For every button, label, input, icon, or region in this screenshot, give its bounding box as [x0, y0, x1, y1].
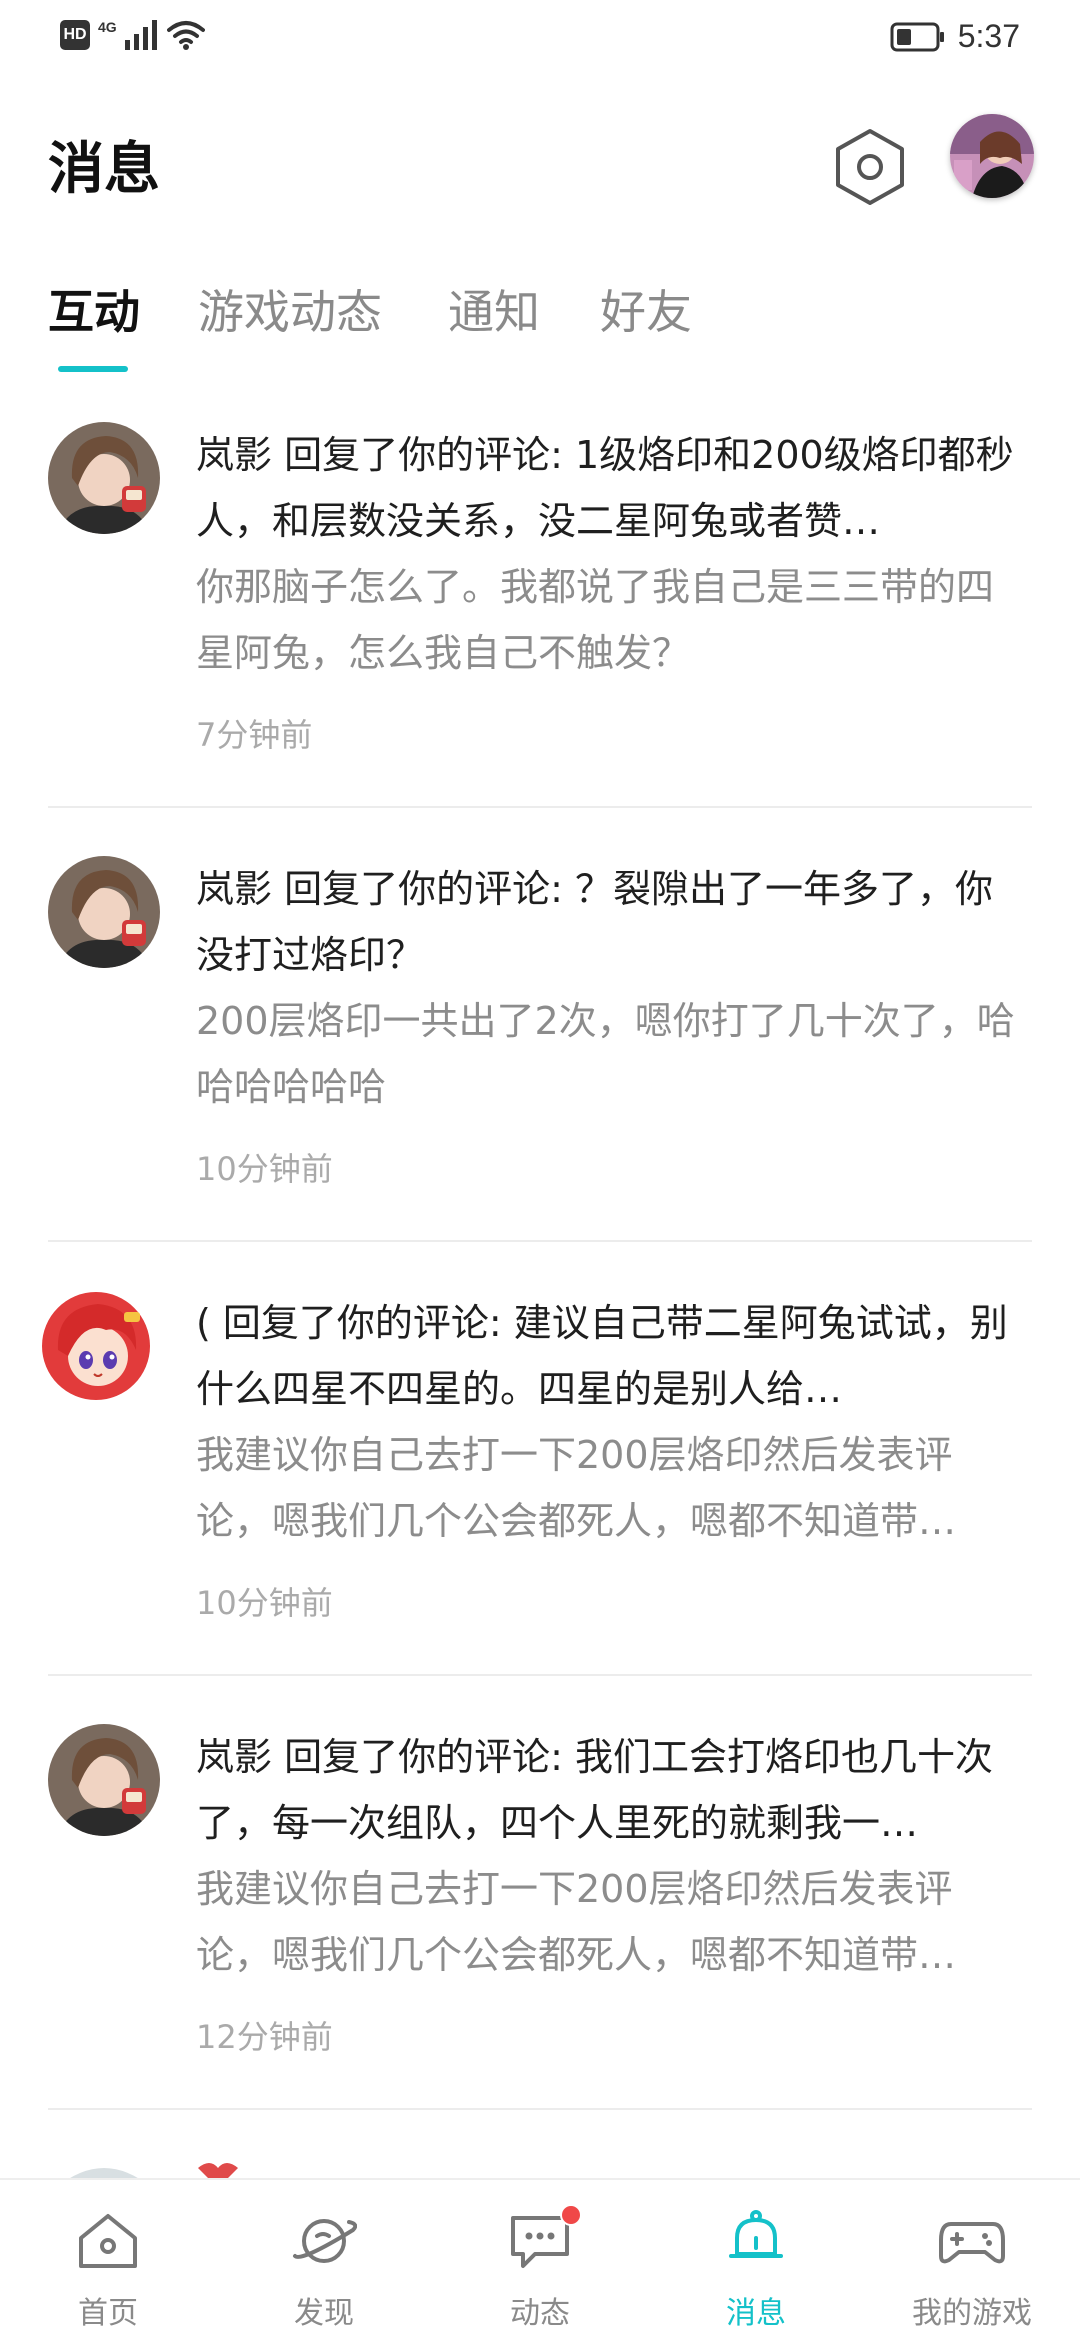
message-content: ( 回复了你的评论: 建议自己带二星阿兔试试，别什么四星不四星的。四星的是别人给… — [196, 1290, 1026, 1554]
avatar-photo — [48, 422, 160, 534]
header: 消息 — [0, 110, 1080, 220]
message-reply: 我建议你自己去打一下200层烙印然后发表评论，嗯我们几个公会都死人，嗯都不知道带… — [196, 1867, 957, 1977]
chat-bubble-icon — [502, 2204, 582, 2276]
message-item[interactable]: 岚影 回复了你的评论: 1级烙印和200级烙印都秒人，和层数没关系，没二星阿兔或… — [0, 400, 1080, 834]
nav-label-my-games: 我的游戏 — [912, 2296, 1032, 2331]
page-title: 消息 — [48, 137, 160, 202]
message-reply: 你那脑子怎么了。我都说了我自己是三三带的四星阿兔，怎么我自己不触发？ — [196, 565, 995, 675]
nav-my-games[interactable]: 我的游戏 — [864, 2180, 1080, 2340]
wifi-icon — [166, 21, 205, 50]
profile-avatar[interactable] — [950, 114, 1034, 198]
status-time: 5:37 — [957, 18, 1020, 54]
message-item[interactable]: ( 回复了你的评论: 建议自己带二星阿兔试试，别什么四星不四星的。四星的是别人给… — [0, 1268, 1080, 1702]
message-reply: 我建议你自己去打一下200层烙印然后发表评论，嗯我们几个公会都死人，嗯都不知道带… — [196, 1433, 957, 1543]
nav-home[interactable]: 首页 — [0, 2180, 216, 2340]
nav-label-home: 首页 — [78, 2296, 138, 2331]
message-title: 岚影 回复了你的评论: 1级烙印和200级烙印都秒人，和层数没关系，没二星阿兔或… — [196, 433, 1014, 543]
nav-label-messages: 消息 — [726, 2296, 786, 2331]
anime-character-avatar[interactable] — [40, 1290, 152, 1402]
message-content: 岚影 回复了你的评论: 我们工会打烙印也几十次了，每一次组队，四个人里死的就剩我… — [196, 1724, 1026, 1988]
message-time: 10分钟前 — [196, 1150, 333, 1188]
divider — [48, 1674, 1032, 1676]
avatar-illustration — [40, 1290, 152, 1402]
tab-interaction[interactable]: 互动 — [48, 276, 140, 342]
user-photo-avatar[interactable] — [48, 856, 160, 968]
tab-friends[interactable]: 好友 — [600, 276, 692, 342]
nav-label-feed: 动态 — [510, 2296, 570, 2331]
message-time: 7分钟前 — [196, 716, 313, 754]
tab-active-indicator — [58, 366, 128, 372]
nav-messages[interactable]: 消息 — [648, 2180, 864, 2340]
network-type-label: 4G — [98, 19, 117, 35]
message-content: 岚影 回复了你的评论: ？裂隙出了一年多了，你没打过烙印？ 200层烙印一共出了… — [196, 856, 1026, 1120]
tab-game-updates[interactable]: 游戏动态 — [198, 276, 382, 342]
divider — [48, 806, 1032, 808]
message-reply: 200层烙印一共出了2次，嗯你打了几十次了，哈哈哈哈哈哈 — [196, 999, 1015, 1109]
message-item[interactable]: 岚影 回复了你的评论: 我们工会打烙印也几十次了，每一次组队，四个人里死的就剩我… — [0, 1702, 1080, 2136]
message-content: 岚影 回复了你的评论: 1级烙印和200级烙印都秒人，和层数没关系，没二星阿兔或… — [196, 422, 1026, 686]
home-icon — [70, 2206, 146, 2276]
status-bar: HD 4G 5:37 — [0, 0, 1080, 78]
message-title: 岚影 回复了你的评论: 我们工会打烙印也几十次了，每一次组队，四个人里死的就剩我… — [196, 1735, 993, 1845]
nav-label-discover: 发现 — [294, 2296, 354, 2331]
nav-discover[interactable]: 发现 — [216, 2180, 432, 2340]
message-time: 10分钟前 — [196, 1584, 333, 1622]
hd-badge: HD — [60, 20, 90, 50]
settings-button[interactable] — [830, 122, 910, 212]
divider — [48, 2108, 1032, 2110]
nav-feed[interactable]: 动态 — [432, 2180, 648, 2340]
message-item[interactable]: 岚影 回复了你的评论: ？裂隙出了一年多了，你没打过烙印？ 200层烙印一共出了… — [0, 834, 1080, 1268]
battery-icon — [890, 22, 944, 51]
status-right: 5:37 — [890, 18, 1020, 55]
bell-icon — [718, 2206, 794, 2276]
notification-badge — [560, 2204, 582, 2226]
message-title: ( 回复了你的评论: 建议自己带二星阿兔试试，别什么四星不四星的。四星的是别人给… — [196, 1301, 1008, 1411]
gamepad-icon — [934, 2206, 1010, 2276]
status-left: HD 4G — [60, 19, 205, 50]
message-title: 岚影 回复了你的评论: ？裂隙出了一年多了，你没打过烙印？ — [196, 867, 993, 977]
planet-icon — [286, 2206, 362, 2276]
avatar-photo — [48, 1724, 160, 1836]
bottom-nav: 首页 发现 动态 消息 我的游戏 — [0, 2178, 1080, 2340]
message-time: 12分钟前 — [196, 2018, 333, 2056]
avatar-photo — [950, 114, 1034, 198]
user-photo-avatar[interactable] — [48, 422, 160, 534]
gear-icon — [836, 129, 904, 205]
tab-notifications[interactable]: 通知 — [448, 276, 540, 342]
tab-bar: 互动 游戏动态 通知 好友 — [0, 270, 1080, 380]
avatar-photo — [48, 856, 160, 968]
signal-icon — [124, 20, 157, 50]
divider — [48, 1240, 1032, 1242]
user-photo-avatar[interactable] — [48, 1724, 160, 1836]
